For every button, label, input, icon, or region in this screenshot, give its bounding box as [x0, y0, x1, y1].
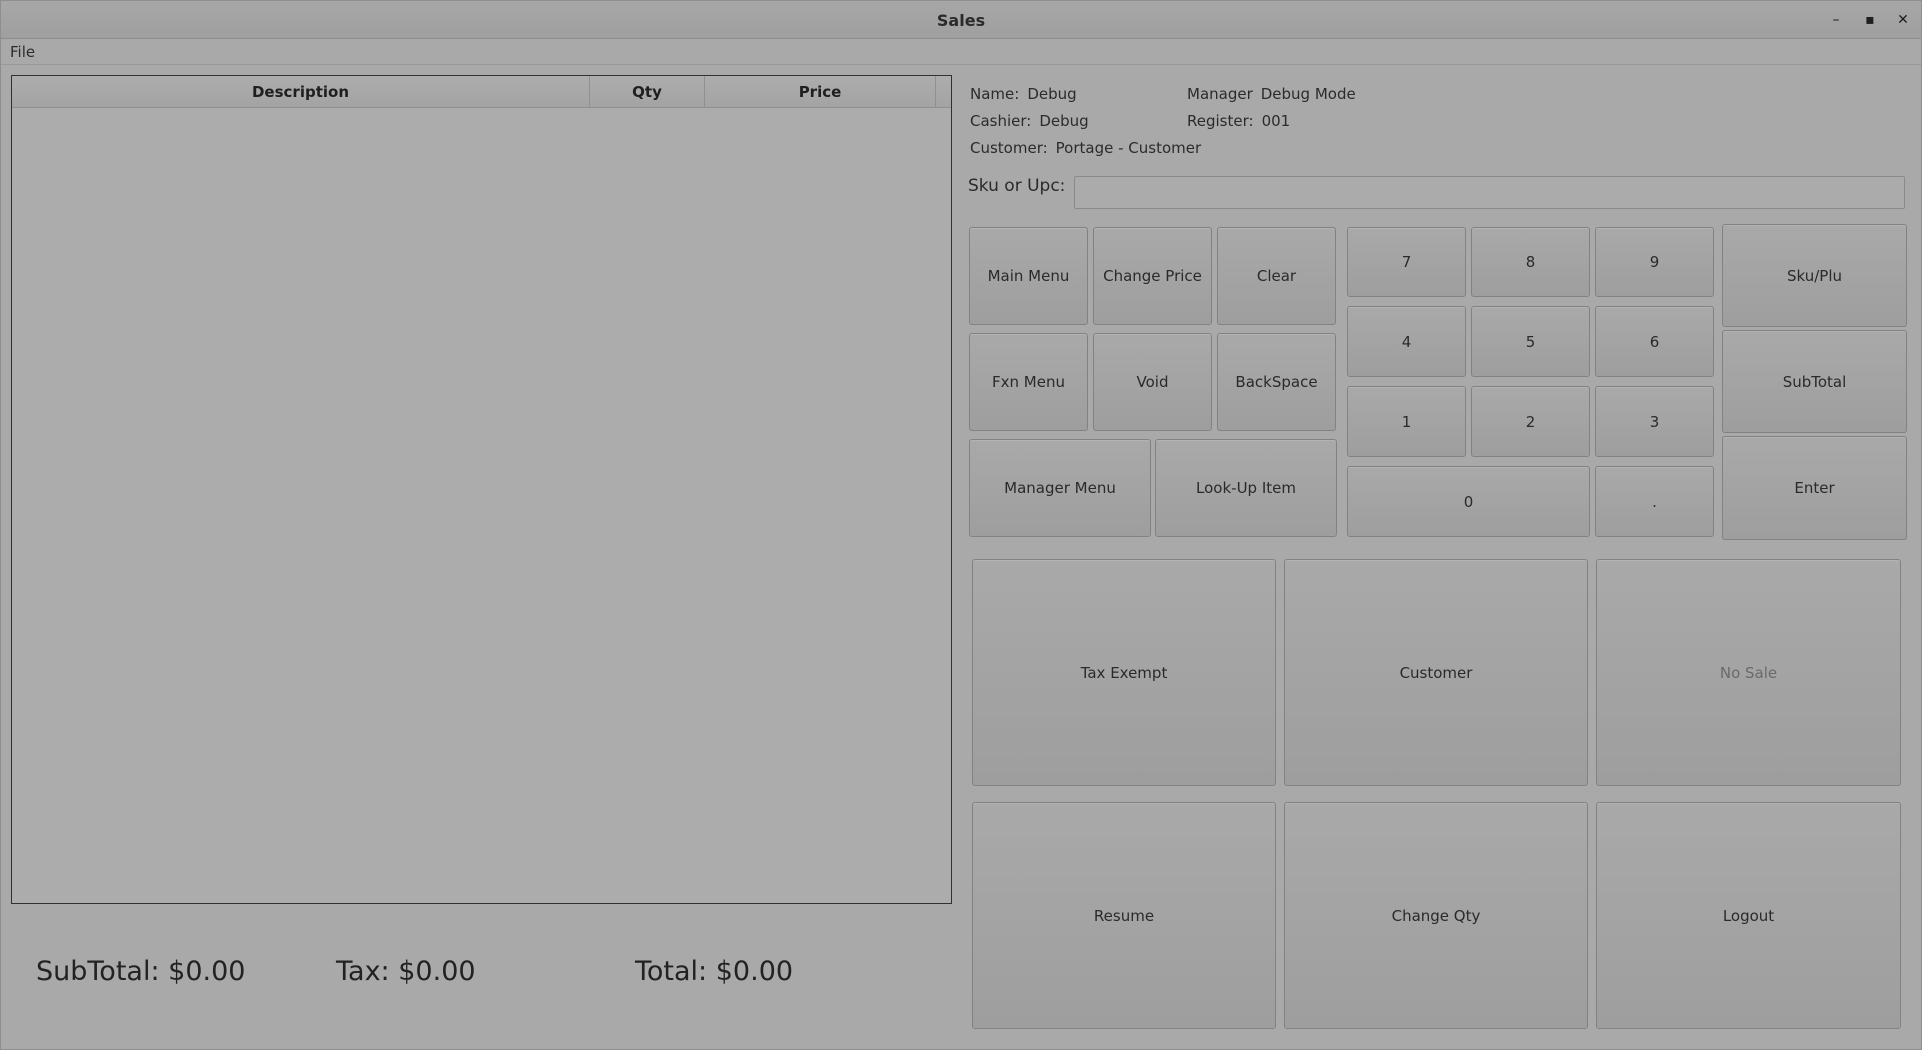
fxn-menu-button[interactable]: Fxn Menu [969, 333, 1088, 431]
change-price-button[interactable]: Change Price [1093, 227, 1212, 325]
subtotal-label: SubTotal: [36, 956, 160, 987]
resume-button[interactable]: Resume [972, 802, 1276, 1029]
name-value: Debug [1027, 85, 1077, 103]
minimize-icon[interactable]: – [1824, 9, 1848, 31]
key-9-button[interactable]: 9 [1595, 227, 1714, 297]
table-header: Description Qty Price [12, 76, 951, 108]
main-menu-button[interactable]: Main Menu [969, 227, 1088, 325]
manager-info: Manager Debug Mode [1187, 85, 1356, 103]
logout-button[interactable]: Logout [1596, 802, 1901, 1029]
column-price[interactable]: Price [705, 76, 936, 108]
sku-label: Sku or Upc: [968, 176, 1066, 196]
clear-button[interactable]: Clear [1217, 227, 1336, 325]
name-info: Name: Debug [970, 85, 1077, 103]
tax-display: Tax: $0.00 [336, 956, 476, 987]
key-4-button[interactable]: 4 [1347, 306, 1466, 377]
sku-plu-button[interactable]: Sku/Plu [1722, 224, 1907, 327]
customer-button[interactable]: Customer [1284, 559, 1588, 786]
menu-bar: File [1, 39, 1921, 65]
key-7-button[interactable]: 7 [1347, 227, 1466, 297]
menu-file[interactable]: File [10, 43, 35, 61]
cashier-value: Debug [1039, 112, 1089, 130]
register-info: Register: 001 [1187, 112, 1290, 130]
change-qty-button[interactable]: Change Qty [1284, 802, 1588, 1029]
close-icon[interactable]: ✕ [1891, 9, 1915, 31]
total-display: Total: $0.00 [635, 956, 793, 987]
subtotal-button[interactable]: SubTotal [1722, 330, 1907, 433]
key-8-button[interactable]: 8 [1471, 227, 1590, 297]
subtotal-value: $0.00 [168, 956, 246, 987]
manager-menu-button[interactable]: Manager Menu [969, 439, 1151, 537]
key-decimal-button[interactable]: . [1595, 466, 1714, 537]
customer-value: Portage - Customer [1055, 139, 1202, 157]
no-sale-button[interactable]: No Sale [1596, 559, 1901, 786]
customer-info: Customer: Portage - Customer [970, 139, 1201, 157]
sales-window: Sales – ▪ ✕ File Description Qty Price N… [0, 0, 1922, 1050]
tax-value: $0.00 [398, 956, 476, 987]
key-1-button[interactable]: 1 [1347, 386, 1466, 457]
manager-label: Manager [1187, 85, 1253, 103]
column-qty[interactable]: Qty [590, 76, 705, 108]
enter-button[interactable]: Enter [1722, 436, 1907, 540]
maximize-icon[interactable]: ▪ [1858, 9, 1882, 31]
total-value: $0.00 [715, 956, 794, 987]
key-5-button[interactable]: 5 [1471, 306, 1590, 377]
tax-label: Tax: [336, 956, 390, 987]
items-table[interactable]: Description Qty Price [11, 75, 952, 904]
register-value: 001 [1261, 112, 1291, 130]
name-label: Name: [970, 85, 1020, 103]
column-description[interactable]: Description [12, 76, 590, 108]
window-title: Sales [936, 11, 986, 30]
key-6-button[interactable]: 6 [1595, 306, 1714, 377]
cashier-info: Cashier: Debug [970, 112, 1089, 130]
register-label: Register: [1187, 112, 1254, 130]
look-up-item-button[interactable]: Look-Up Item [1155, 439, 1337, 537]
total-label: Total: [635, 956, 708, 987]
subtotal-display: SubTotal: $0.00 [36, 956, 245, 987]
key-3-button[interactable]: 3 [1595, 386, 1714, 457]
cashier-label: Cashier: [970, 112, 1032, 130]
key-2-button[interactable]: 2 [1471, 386, 1590, 457]
backspace-button[interactable]: BackSpace [1217, 333, 1336, 431]
title-bar: Sales – ▪ ✕ [1, 1, 1921, 39]
key-0-button[interactable]: 0 [1347, 466, 1590, 537]
manager-value: Debug Mode [1260, 85, 1356, 103]
sku-input[interactable] [1074, 176, 1905, 209]
customer-label: Customer: [970, 139, 1048, 157]
void-button[interactable]: Void [1093, 333, 1212, 431]
tax-exempt-button[interactable]: Tax Exempt [972, 559, 1276, 786]
